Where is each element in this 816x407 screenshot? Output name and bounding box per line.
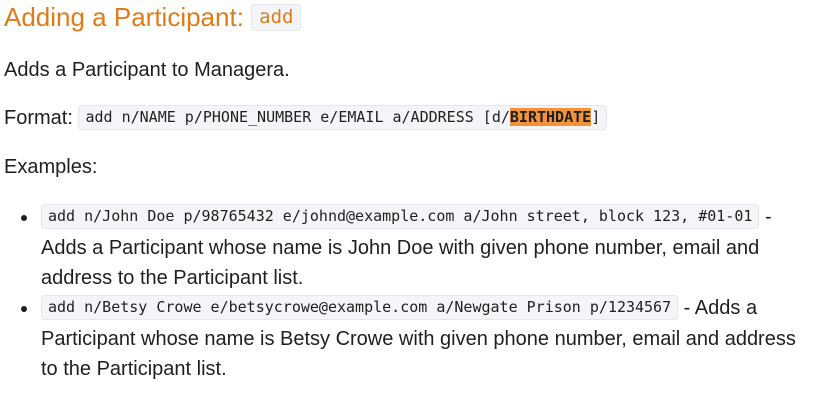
format-code-highlight: BIRTHDATE (509, 108, 592, 126)
section-heading: Adding a Participant: add (4, 0, 302, 37)
format-code-prefix: add n/NAME p/PHONE_NUMBER e/EMAIL a/ADDR… (85, 108, 510, 126)
list-item: add n/John Doe p/98765432 e/johnd@exampl… (4, 202, 812, 293)
bullet-icon (21, 215, 27, 221)
format-line: Format: add n/NAME p/PHONE_NUMBER e/EMAI… (4, 103, 608, 134)
format-code: add n/NAME p/PHONE_NUMBER e/EMAIL a/ADDR… (78, 105, 608, 130)
example-code: add n/Betsy Crowe e/betsycrowe@example.c… (41, 295, 679, 320)
heading-command-code: add (251, 4, 302, 31)
command-description: Adds a Participant to Managera. (4, 59, 290, 81)
examples-list: add n/John Doe p/98765432 e/johnd@exampl… (4, 202, 812, 384)
examples-label: Examples: (4, 156, 98, 178)
bullet-icon (21, 306, 27, 312)
example-code: add n/John Doe p/98765432 e/johnd@exampl… (41, 204, 760, 229)
format-label: Format: (4, 107, 79, 129)
list-item: add n/Betsy Crowe e/betsycrowe@example.c… (4, 293, 812, 384)
format-code-suffix: ] (591, 108, 601, 126)
section-heading-text: Adding a Participant: (4, 2, 252, 32)
